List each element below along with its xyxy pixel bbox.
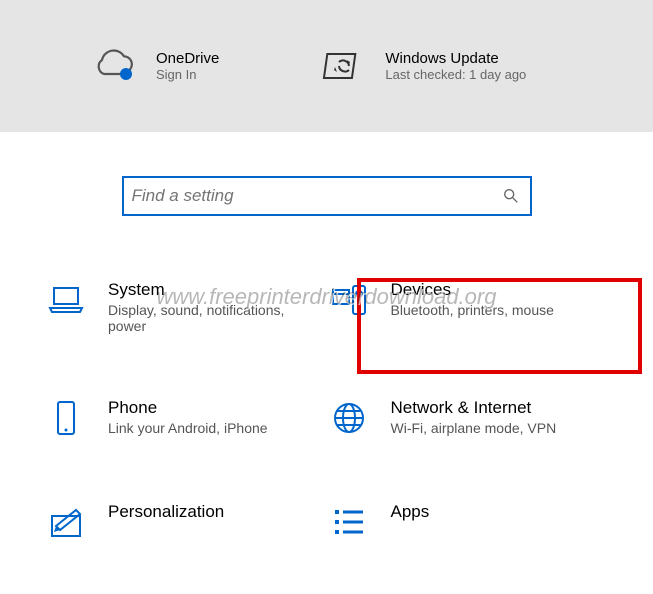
personalization-title: Personalization (108, 502, 224, 522)
paintbrush-icon (46, 502, 86, 542)
sync-icon (319, 42, 367, 90)
search-icon (502, 187, 520, 205)
phone-sub: Link your Android, iPhone (108, 420, 268, 436)
update-title: Windows Update (385, 50, 526, 67)
search-box[interactable] (122, 176, 532, 216)
tile-personalization[interactable]: Personalization (44, 498, 327, 546)
onedrive-item[interactable]: OneDrive Sign In (90, 42, 219, 90)
devices-icon (329, 280, 369, 320)
cloud-icon (90, 42, 138, 90)
list-icon (329, 502, 369, 542)
tile-apps[interactable]: Apps (327, 498, 610, 546)
system-title: System (108, 280, 308, 300)
search-input[interactable] (132, 186, 502, 206)
network-sub: Wi-Fi, airplane mode, VPN (391, 420, 557, 436)
update-sub: Last checked: 1 day ago (385, 67, 526, 82)
settings-grid: System Display, sound, notifications, po… (0, 276, 653, 546)
laptop-icon (46, 280, 86, 320)
tile-phone[interactable]: Phone Link your Android, iPhone (44, 394, 327, 442)
tile-devices[interactable]: Devices Bluetooth, printers, mouse (327, 276, 610, 338)
apps-title: Apps (391, 502, 430, 522)
network-title: Network & Internet (391, 398, 557, 418)
system-sub: Display, sound, notifications, power (108, 302, 308, 334)
phone-title: Phone (108, 398, 268, 418)
devices-title: Devices (391, 280, 554, 300)
phone-icon (46, 398, 86, 438)
onedrive-title: OneDrive (156, 50, 219, 67)
devices-sub: Bluetooth, printers, mouse (391, 302, 554, 318)
account-status-bar: OneDrive Sign In Windows Update Last che… (0, 0, 653, 132)
tile-system[interactable]: System Display, sound, notifications, po… (44, 276, 327, 338)
globe-icon (329, 398, 369, 438)
tile-network[interactable]: Network & Internet Wi-Fi, airplane mode,… (327, 394, 610, 442)
windows-update-item[interactable]: Windows Update Last checked: 1 day ago (319, 42, 526, 90)
onedrive-sub: Sign In (156, 67, 219, 82)
